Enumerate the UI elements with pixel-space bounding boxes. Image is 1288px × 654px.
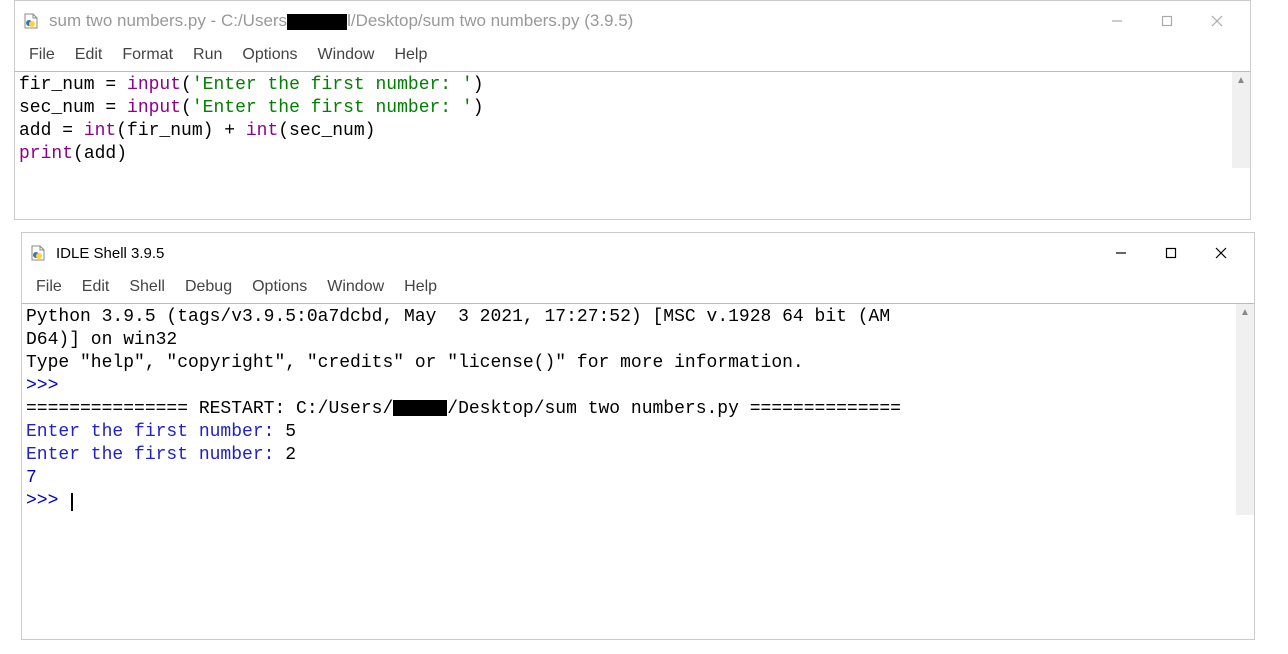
menu-format[interactable]: Format [112,43,183,67]
shell-output-area[interactable]: Python 3.9.5 (tags/v3.9.5:0a7dcbd, May 3… [22,304,1236,515]
editor-menubar: File Edit Format Run Options Window Help [15,41,1250,71]
shell-menubar: File Edit Shell Debug Options Window Hel… [22,273,1254,303]
menu-debug[interactable]: Debug [175,275,242,299]
shell-window-controls [1096,237,1246,269]
redacted-text [393,400,447,416]
menu-shell[interactable]: Shell [119,275,175,299]
minimize-button[interactable] [1092,5,1142,37]
scroll-up-icon: ▲ [1236,76,1246,86]
maximize-button[interactable] [1146,237,1196,269]
shell-scrollbar[interactable]: ▲ [1236,304,1254,515]
text-cursor [71,493,73,511]
close-button[interactable] [1192,5,1242,37]
shell-window: IDLE Shell 3.9.5 File Edit Shell Debug O… [21,232,1255,640]
shell-titlebar[interactable]: IDLE Shell 3.9.5 [22,233,1254,273]
shell-title: IDLE Shell 3.9.5 [56,245,1096,262]
menu-run[interactable]: Run [183,43,232,67]
editor-content: fir_num = input('Enter the first number:… [15,71,1250,168]
menu-options[interactable]: Options [242,275,317,299]
redacted-text [287,14,347,30]
maximize-button[interactable] [1142,5,1192,37]
minimize-button[interactable] [1096,237,1146,269]
menu-file[interactable]: File [26,275,72,299]
menu-edit[interactable]: Edit [72,275,120,299]
editor-titlebar[interactable]: sum two numbers.py - C:/Usersl/Desktop/s… [15,1,1250,41]
menu-edit[interactable]: Edit [65,43,113,67]
python-idle-icon [30,245,46,261]
close-button[interactable] [1196,237,1246,269]
editor-window-controls [1092,5,1242,37]
editor-scrollbar[interactable]: ▲ [1232,72,1250,168]
menu-help[interactable]: Help [384,43,437,67]
editor-window: sum two numbers.py - C:/Usersl/Desktop/s… [14,0,1251,220]
editor-code-area[interactable]: fir_num = input('Enter the first number:… [15,72,1232,168]
editor-title: sum two numbers.py - C:/Usersl/Desktop/s… [49,11,1092,31]
menu-options[interactable]: Options [232,43,307,67]
menu-help[interactable]: Help [394,275,447,299]
menu-window[interactable]: Window [308,43,385,67]
shell-content: Python 3.9.5 (tags/v3.9.5:0a7dcbd, May 3… [22,303,1254,515]
python-file-icon [23,13,39,29]
scroll-up-icon: ▲ [1240,308,1250,318]
menu-file[interactable]: File [19,43,65,67]
menu-window[interactable]: Window [317,275,394,299]
